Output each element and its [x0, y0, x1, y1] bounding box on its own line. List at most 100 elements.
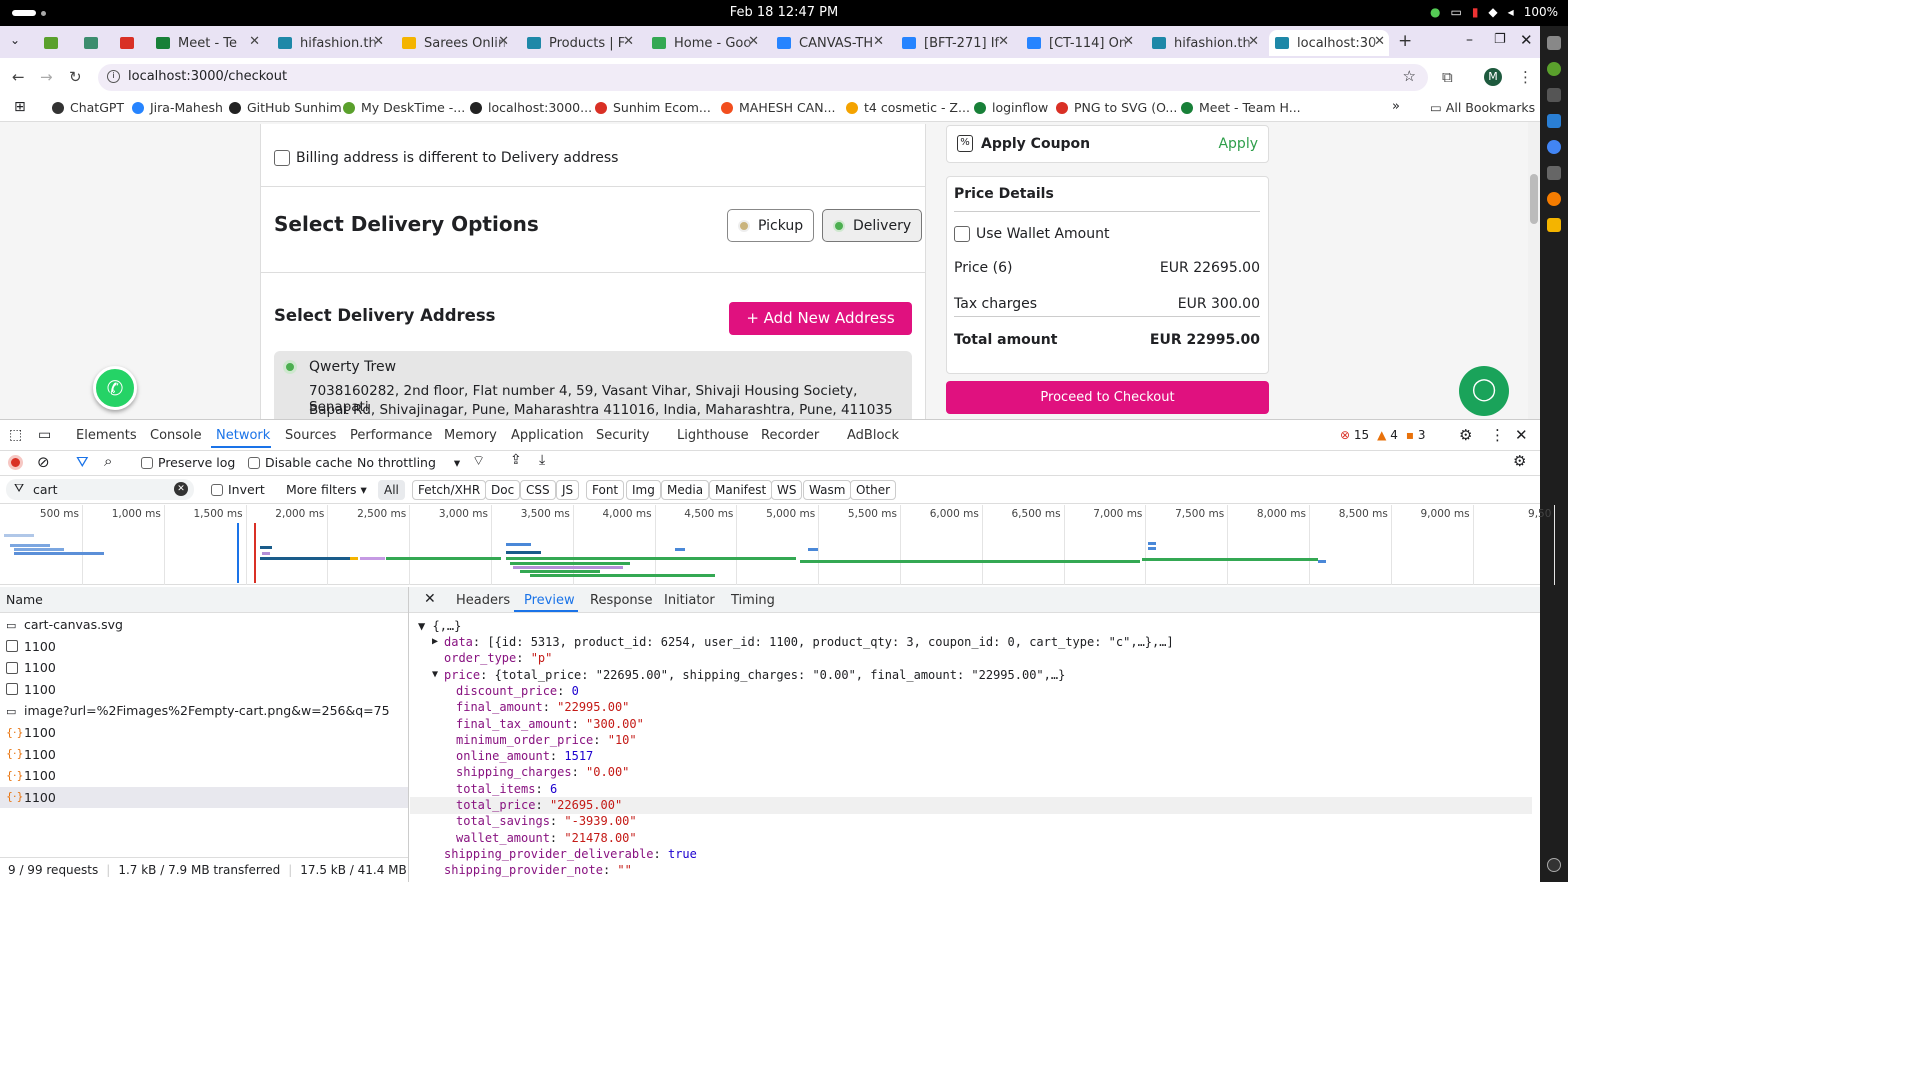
system-tray[interactable]: ● ▭ ▮ ◆ ◂ 100% — [1430, 5, 1558, 19]
json-property[interactable]: ▶ data: [{id: 5313, product_id: 6254, use… — [432, 635, 1174, 649]
devtools-tab-recorder[interactable]: Recorder — [761, 428, 819, 443]
json-property[interactable]: final_tax_amount: "300.00" — [456, 717, 644, 731]
proceed-checkout-button[interactable]: Proceed to Checkout — [946, 381, 1269, 414]
close-detail-icon[interactable]: ✕ — [424, 591, 436, 607]
extensions-icon[interactable]: ⧉ — [1442, 68, 1453, 86]
tab-close-icon[interactable]: ✕ — [998, 34, 1009, 49]
type-filter-fetch-xhr[interactable]: Fetch/XHR — [412, 480, 487, 500]
bookmark-item[interactable]: ChatGPT — [52, 100, 124, 115]
detail-tab-timing[interactable]: Timing — [731, 593, 775, 608]
bookmark-item[interactable]: Sunhim Ecom... — [595, 100, 711, 115]
tab-close-icon[interactable]: ✕ — [1374, 34, 1385, 49]
profile-avatar[interactable]: M — [1484, 68, 1502, 86]
page-scrollbar[interactable] — [1528, 122, 1540, 419]
type-filter-doc[interactable]: Doc — [485, 480, 521, 500]
devtools-tab-elements[interactable]: Elements — [76, 428, 137, 443]
type-filter-js[interactable]: JS — [556, 480, 580, 500]
browser-tab[interactable] — [38, 30, 68, 56]
request-row[interactable]: ▭ cart-canvas.svg — [0, 614, 408, 635]
json-property[interactable]: final_amount: "22995.00" — [456, 700, 629, 714]
devtools-tab-application[interactable]: Application — [511, 428, 584, 443]
disable-cache-toggle[interactable]: Disable cache — [248, 455, 352, 470]
maximize-button[interactable]: ❐ — [1494, 32, 1506, 47]
json-property[interactable]: shipping_provider_deliverable: true — [444, 847, 697, 861]
network-conditions-icon[interactable]: ⌔ — [472, 452, 485, 470]
browser-tab[interactable]: CANVAS-TH ✕ — [771, 30, 888, 56]
dock-app-icon[interactable] — [1547, 192, 1561, 206]
delivery-option[interactable]: Delivery — [822, 209, 923, 242]
bookmark-item[interactable]: t4 cosmetic - Z... — [846, 100, 970, 115]
request-row[interactable]: {·} 1100 — [0, 744, 408, 765]
devtools-tab-adblock[interactable]: AdBlock — [847, 428, 899, 443]
request-row[interactable]: ▭ image?url=%2Fimages%2Fempty-cart.png&w=… — [0, 700, 408, 721]
filter-input[interactable]: ⛛ cart ✕ — [6, 479, 194, 500]
disable-cache-checkbox[interactable] — [248, 456, 260, 469]
search-icon[interactable]: ⌕ — [104, 452, 112, 470]
devtools-tab-console[interactable]: Console — [150, 428, 202, 443]
request-row[interactable]: {·} 1100 — [0, 765, 408, 786]
type-filter-ws[interactable]: WS — [771, 480, 803, 500]
name-column-header[interactable]: Name — [6, 592, 43, 607]
browser-tab[interactable]: hifashion.th ✕ — [272, 30, 388, 56]
devtools-tab-sources[interactable]: Sources — [285, 428, 336, 443]
tab-close-icon[interactable]: ✕ — [873, 34, 884, 49]
request-row[interactable]: {·} 1100 — [0, 722, 408, 743]
expand-arrow-icon[interactable]: ▼ — [432, 669, 438, 680]
browser-tab[interactable]: [BFT-271] If ✕ — [896, 30, 1013, 56]
expand-arrow-icon[interactable]: ▼ — [418, 619, 425, 633]
site-info-icon[interactable]: i — [107, 70, 120, 83]
tab-search-icon[interactable]: ⌄ — [10, 33, 20, 47]
devtools-close-icon[interactable]: ✕ — [1515, 426, 1528, 444]
json-property[interactable]: wallet_amount: "21478.00" — [456, 831, 637, 845]
tab-close-icon[interactable]: ✕ — [373, 34, 384, 49]
bookmarks-overflow-icon[interactable]: » — [1392, 99, 1400, 114]
browser-tab[interactable]: hifashion.th ✕ — [1146, 30, 1263, 56]
menu-icon[interactable]: ⋮ — [1518, 68, 1533, 86]
dock-app-icon[interactable] — [1547, 218, 1561, 232]
throttling-select[interactable]: No throttling ▾ — [357, 455, 460, 470]
bookmark-item[interactable]: Meet - Team H... — [1181, 100, 1301, 115]
json-property[interactable]: online_amount: 1517 — [456, 749, 593, 763]
forward-icon[interactable]: → — [40, 68, 53, 86]
network-settings-icon[interactable]: ⚙ — [1513, 452, 1526, 470]
browser-tab[interactable]: Meet - Te ✕ — [150, 30, 264, 56]
tab-close-icon[interactable]: ✕ — [1248, 34, 1259, 49]
whatsapp-icon[interactable]: ✆ — [93, 366, 137, 410]
browser-tab[interactable] — [78, 30, 108, 56]
json-property[interactable]: shipping_charges: "0.00" — [456, 765, 629, 779]
devtools-tab-lighthouse[interactable]: Lighthouse — [677, 428, 749, 443]
apply-coupon-button[interactable]: Apply — [1218, 136, 1258, 152]
detail-tab-response[interactable]: Response — [590, 593, 652, 608]
reload-icon[interactable]: ↻ — [69, 68, 82, 86]
devtools-tab-network[interactable]: Network — [216, 428, 270, 443]
bookmark-item[interactable]: localhost:3000... — [470, 100, 592, 115]
json-property[interactable]: minimum_order_price: "10" — [456, 733, 637, 747]
dock-app-icon[interactable] — [1547, 36, 1561, 50]
json-property[interactable]: ▼ price: {total_price: "22695.00", shippi… — [432, 668, 1065, 682]
address-card[interactable]: Qwerty Trew 7038160282, 2nd floor, Flat … — [274, 351, 912, 419]
browser-tab[interactable]: localhost:30 ✕ — [1269, 30, 1389, 56]
request-row[interactable]: 1100 — [0, 679, 408, 700]
devtools-settings-icon[interactable]: ⚙ — [1459, 426, 1472, 444]
devtools-menu-icon[interactable]: ⋮ — [1490, 426, 1505, 444]
type-filter-wasm[interactable]: Wasm — [803, 480, 852, 500]
dock-app-icon[interactable] — [1547, 114, 1561, 128]
more-filters-dropdown[interactable]: More filters ▾ — [286, 482, 367, 497]
coupon-card[interactable]: % Apply Coupon Apply — [946, 125, 1269, 163]
tab-close-icon[interactable]: ✕ — [249, 34, 260, 49]
request-row[interactable]: 1100 — [0, 657, 408, 678]
new-tab-button[interactable]: + — [1398, 31, 1412, 51]
bookmark-item[interactable]: PNG to SVG (O... — [1056, 100, 1177, 115]
url-text[interactable]: localhost:3000/checkout — [128, 69, 287, 84]
billing-row[interactable]: Billing address is different to Delivery… — [274, 150, 618, 166]
devtools-tab-performance[interactable]: Performance — [350, 428, 432, 443]
json-property[interactable]: shipping_provider_note: "" — [444, 863, 632, 877]
bookmark-item[interactable]: loginflow — [974, 100, 1048, 115]
pickup-radio[interactable] — [738, 219, 750, 232]
json-root[interactable]: ▼ {,…} — [418, 619, 461, 633]
apps-grid-icon[interactable]: ⊞ — [14, 99, 26, 115]
all-bookmarks-folder[interactable]: ▭ All Bookmarks — [1430, 100, 1535, 115]
json-property[interactable]: total_price: "22695.00" — [456, 798, 622, 812]
wallet-checkbox[interactable] — [954, 226, 970, 242]
detail-tab-headers[interactable]: Headers — [456, 593, 510, 608]
